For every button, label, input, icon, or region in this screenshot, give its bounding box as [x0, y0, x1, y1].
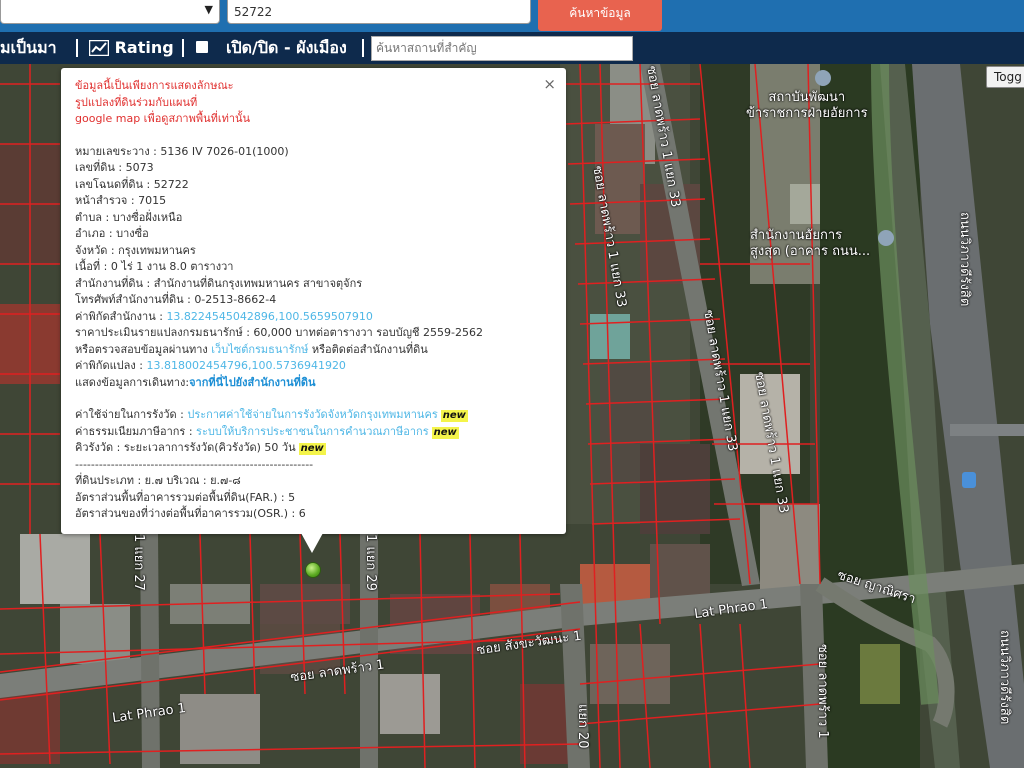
- search-bar: ▼ 52722 ค้นหาข้อมูล: [0, 0, 1024, 32]
- sheet-number-row: หมายเลขระวาง : 5136 IV 7026-01(1000): [75, 144, 289, 158]
- route-link[interactable]: จากที่นี่ไปยังสำนักงานที่ดิน: [189, 376, 315, 389]
- search-button[interactable]: ค้นหาข้อมูล: [538, 0, 662, 31]
- rating-label: Rating: [114, 38, 174, 57]
- far-row: อัตราส่วนพื้นที่อาคารรวมต่อพื้นที่ดิน(FA…: [75, 490, 296, 504]
- road-label: ถนนวิภาวดีรังสิต: [997, 630, 1012, 725]
- map-toggle-button[interactable]: Togg: [986, 66, 1024, 88]
- deed-number-row: เลขโฉนดที่ดิน : 52722: [75, 177, 189, 191]
- province-row: จังหวัด : กรุงเทพมหานคร: [75, 243, 196, 257]
- survey-queue-row: คิวรังวัด : ระยะเวลาการรังวัด(คิวรังวัด)…: [75, 441, 326, 455]
- office-coordinate-row: ค่าพิกัดสำนักงาน : 13.8224545042896,100.…: [75, 309, 373, 323]
- tax-fee-row: ค่าธรรมเนียมภาษีอากร : ระบบให้บริการประช…: [75, 424, 459, 439]
- toolbar-divider: [362, 39, 364, 57]
- road-label: 1 แยก 29: [363, 534, 378, 591]
- location-pin-icon[interactable]: [305, 562, 321, 578]
- place-search-input[interactable]: ค้นหาสถานที่สำคัญ: [371, 36, 633, 61]
- close-icon[interactable]: ×: [543, 76, 556, 93]
- poi-label: สถาบันพัฒนา ข้าราชการฝ่ายอัยการ: [746, 90, 868, 121]
- divider: ----------------------------------------…: [75, 457, 314, 471]
- parcel-info-popup: × ข้อมูลนี้เป็นเพียงการแสดงลักษณะ รูปแปล…: [61, 68, 566, 534]
- layer-checkbox[interactable]: [196, 41, 208, 53]
- treasury-website-link[interactable]: เว็บไซต์กรมธนารักษ์: [211, 343, 308, 356]
- new-badge: new: [431, 426, 459, 439]
- area-row: เนื้อที่ : 0 ไร่ 1 งาน 8.0 ตารางวา: [75, 260, 234, 273]
- disclaimer-line: รูปแปลงที่ดินร่วมกับแผนที่: [75, 95, 198, 109]
- route-row: แสดงข้อมูลการเดินทาง:จากที่นี่ไปยังสำนัก…: [75, 375, 316, 389]
- survey-fee-row: ค่าใช้จ่ายในการรังวัด : ประกาศค่าใช้จ่าย…: [75, 408, 468, 422]
- toggle-zoning-item[interactable]: เปิด/ปิด - ผังเมือง: [226, 32, 347, 64]
- office-phone-row: โทรศัพท์สำนักงานที่ดิน : 0-2513-8662-4: [75, 293, 277, 306]
- road-label: ซอย ลาดพร้าว 1: [815, 644, 830, 739]
- disclaimer-line: google map เพื่อดูสภาพพื้นที่เท่านั้น: [75, 112, 251, 125]
- appraisal-price-row: ราคาประเมินรายแปลงกรมธนารักษ์ : 60,000 บ…: [75, 326, 483, 339]
- chart-icon: [89, 40, 109, 56]
- osr-row: อัตราส่วนของที่ว่างต่อพื้นที่อาคารรวม(OS…: [75, 507, 306, 520]
- road-label: ถนนวิภาวดีรังสิต: [957, 212, 972, 307]
- parcel-coordinate-link[interactable]: 13.818002454796,100.5736941920: [146, 359, 345, 372]
- tax-calculator-link[interactable]: ระบบให้บริการประชาชนในการคำนวณภาษีอากร: [196, 425, 429, 438]
- disclaimer-line: ข้อมูลนี้เป็นเพียงการแสดงลักษณะ: [75, 79, 234, 92]
- search-type-select[interactable]: ▼: [0, 0, 220, 24]
- rating-menu-item[interactable]: Rating: [89, 32, 174, 64]
- toolbar-divider: [76, 39, 78, 57]
- poi-label: สำนักงานอัยการ สูงสุด (อาคาร ถนน...: [750, 228, 871, 259]
- verify-row: หรือตรวจสอบข้อมูลผ่านทาง เว็บไซต์กรมธนาร…: [75, 342, 428, 356]
- deed-number-input[interactable]: 52722: [227, 0, 531, 24]
- office-coordinate-link[interactable]: 13.8224545042896,100.5659507910: [166, 310, 372, 323]
- new-badge: new: [440, 410, 468, 422]
- road-label: แยก 20: [575, 704, 590, 749]
- subdistrict-row: ตำบล : บางซื่อฝั่งเหนือ: [75, 210, 183, 224]
- history-menu-item[interactable]: มเป็นมา: [0, 32, 57, 64]
- district-row: อำเภอ : บางซื่อ: [75, 227, 149, 240]
- survey-page-row: หน้าสำรวจ : 7015: [75, 194, 167, 207]
- road-label: 1 แยก 27: [131, 534, 146, 591]
- toolbar-divider: [182, 39, 184, 57]
- chevron-down-icon: ▼: [204, 3, 213, 16]
- land-number-row: เลขที่ดิน : 5073: [75, 161, 154, 174]
- new-badge: new: [298, 443, 326, 455]
- popup-pointer: [301, 533, 323, 553]
- parcel-coordinate-row: ค่าพิกัดแปลง : 13.818002454796,100.57369…: [75, 359, 346, 372]
- zoning-type-row: ที่ดินประเภท : ย.๗ บริเวณ : ย.๗-๘: [75, 474, 241, 487]
- land-office-row: สำนักงานที่ดิน : สำนักงานที่ดินกรุงเทพมห…: [75, 276, 363, 290]
- survey-fee-link[interactable]: ประกาศค่าใช้จ่ายในการรังวัดจังหวัดกรุงเท…: [187, 408, 437, 421]
